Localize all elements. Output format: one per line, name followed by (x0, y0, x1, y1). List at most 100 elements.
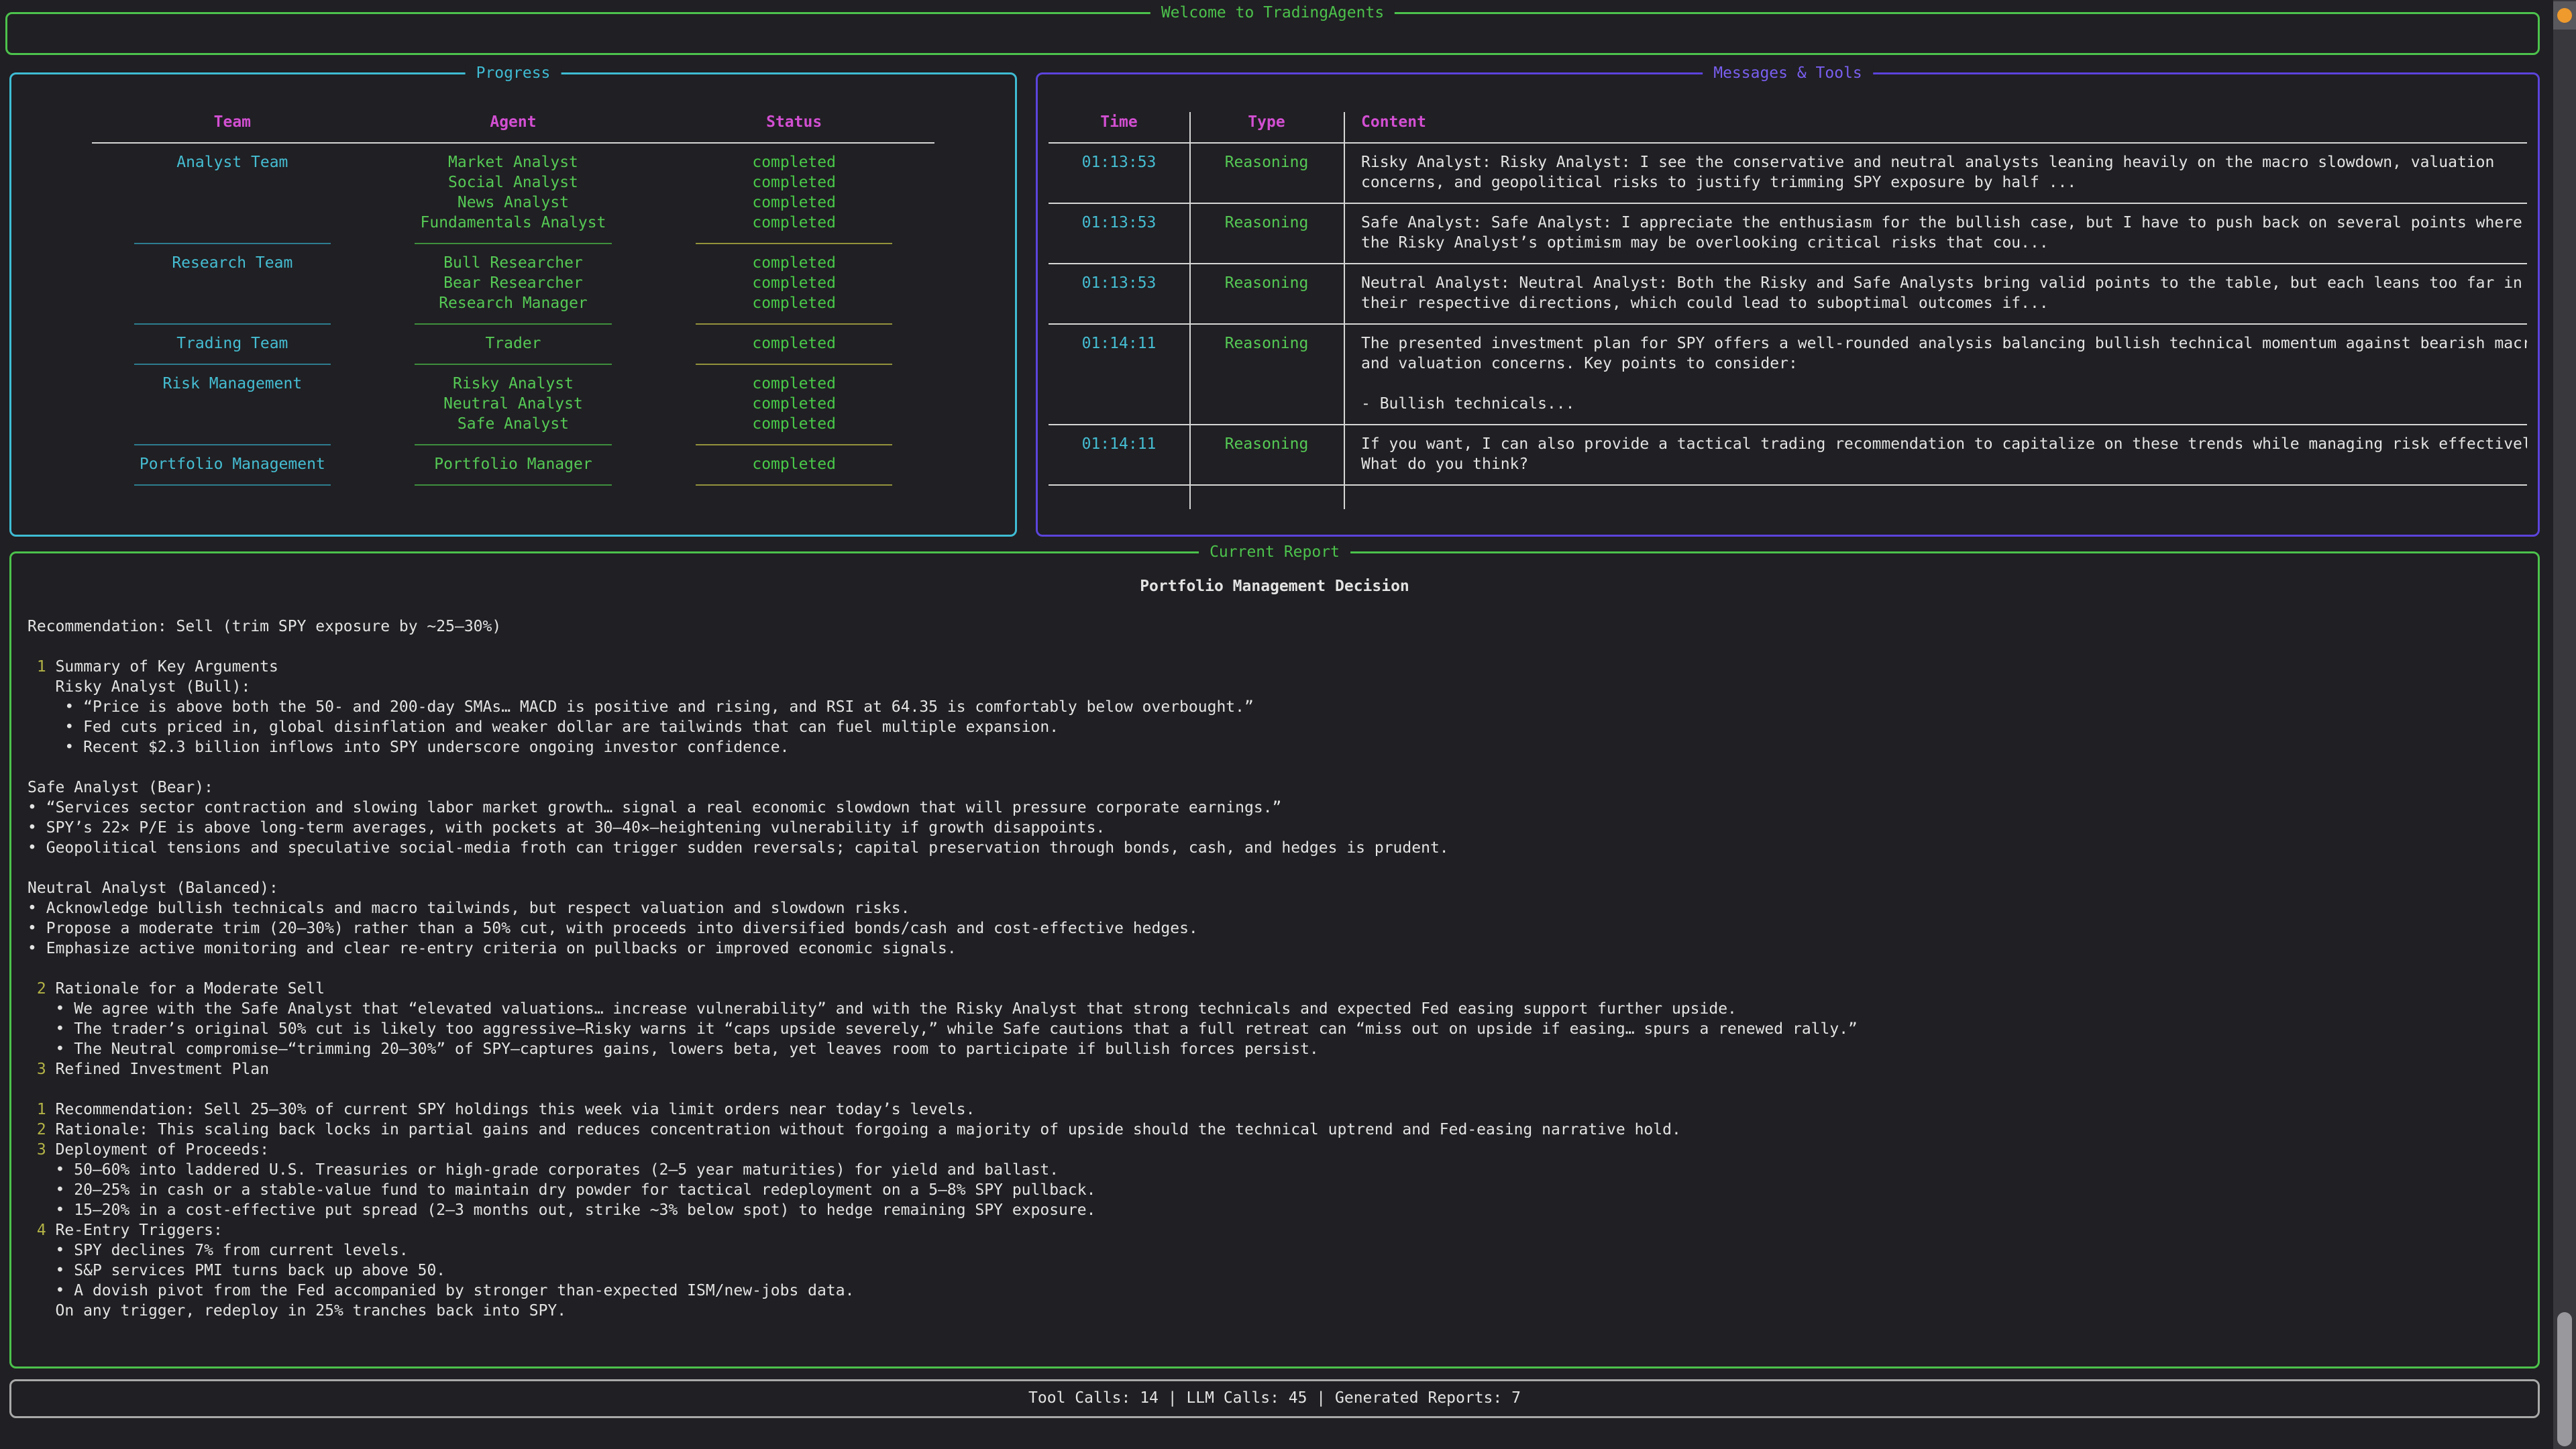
progress-row: Risk ManagementRisky Analystcompleted (92, 374, 934, 394)
report-line: • Emphasize active monitoring and clear … (28, 938, 2538, 959)
message-content-line: the Risky Analyst’s optimism may be over… (1361, 233, 2522, 253)
status-cell: completed (653, 253, 934, 273)
team-cell: Research Team (92, 253, 373, 273)
welcome-panel: Welcome to TradingAgents (5, 12, 2540, 55)
message-content-line (1361, 374, 2522, 394)
messages-col-type: Type (1189, 112, 1344, 132)
report-line: • Fed cuts priced in, global disinflatio… (28, 717, 2538, 737)
report-line: • A dovish pivot from the Fed accompanie… (28, 1281, 2538, 1301)
report-line: On any trigger, redeploy in 25% tranches… (28, 1301, 2538, 1321)
progress-row: Trading TeamTradercompleted (92, 333, 934, 354)
report-line: • Propose a moderate trim (20–30%) rathe… (28, 918, 2538, 938)
bullet-icon: • (56, 1262, 65, 1279)
message-content-line: their respective directions, which could… (1361, 293, 2522, 313)
agent-cell: Safe Analyst (373, 414, 654, 434)
team-cell (92, 414, 373, 434)
status-cell: completed (653, 374, 934, 394)
footer-stats: Tool Calls: 14 | LLM Calls: 45 | Generat… (11, 1381, 2538, 1415)
progress-section-divider (92, 434, 934, 454)
bullet-icon: • (28, 920, 37, 937)
report-line: 2 Rationale for a Moderate Sell (28, 979, 2538, 999)
message-time: 01:14:11 (1049, 434, 1189, 474)
agent-cell: Portfolio Manager (373, 454, 654, 474)
agent-cell: Trader (373, 333, 654, 354)
report-line: • The Neutral compromise—“trimming 20–30… (28, 1039, 2538, 1059)
list-number: 2 (37, 1121, 46, 1138)
status-cell: completed (653, 293, 934, 313)
progress-row: Research Managercompleted (92, 293, 934, 313)
agent-cell: Market Analyst (373, 152, 654, 172)
list-number: 3 (37, 1141, 46, 1159)
message-row: 01:14:11ReasoningThe presented investmen… (1049, 333, 2527, 414)
report-line: 3 Refined Investment Plan (28, 1059, 2538, 1079)
bullet-icon: • (28, 940, 37, 957)
bullet-icon: • (64, 739, 74, 756)
message-content-line: Safe Analyst: Safe Analyst: I appreciate… (1361, 213, 2522, 233)
team-cell (92, 213, 373, 233)
team-cell (92, 394, 373, 414)
report-line: 1 Recommendation: Sell 25–30% of current… (28, 1099, 2538, 1120)
status-cell: completed (653, 193, 934, 213)
report-panel-title: Current Report (1199, 542, 1350, 562)
message-row: 01:13:53ReasoningSafe Analyst: Safe Anal… (1049, 213, 2527, 253)
report-line: • “Services sector contraction and slowi… (28, 798, 2538, 818)
report-line (28, 637, 2538, 657)
status-cell: completed (653, 414, 934, 434)
progress-row: Analyst TeamMarket Analystcompleted (92, 152, 934, 172)
scrollbar-top-button[interactable] (2553, 1, 2576, 30)
progress-col-agent: Agent (373, 112, 654, 132)
orange-dot-icon (2557, 8, 2572, 23)
agent-cell: News Analyst (373, 193, 654, 213)
bullet-icon: • (56, 1161, 65, 1179)
team-cell (92, 293, 373, 313)
report-heading: Portfolio Management Decision (11, 576, 2538, 596)
progress-col-status: Status (653, 112, 934, 132)
progress-col-team: Team (92, 112, 373, 132)
team-cell: Portfolio Management (92, 454, 373, 474)
report-line: 4 Re-Entry Triggers: (28, 1220, 2538, 1240)
message-type: Reasoning (1189, 152, 1344, 193)
message-type: Reasoning (1189, 273, 1344, 313)
progress-section-divider (92, 233, 934, 253)
messages-panel-title: Messages & Tools (1703, 63, 1873, 83)
report-line: • “Price is above both the 50- and 200-d… (28, 697, 2538, 717)
progress-row: Bear Researchercompleted (92, 273, 934, 293)
footer-panel: Tool Calls: 14 | LLM Calls: 45 | Generat… (9, 1379, 2540, 1418)
scrollbar-track[interactable] (2553, 0, 2576, 1449)
bullet-icon: • (28, 799, 37, 816)
messages-header-rule (1049, 132, 2527, 152)
report-line: • Recent $2.3 billion inflows into SPY u… (28, 737, 2538, 757)
messages-table-body: 01:13:53ReasoningRisky Analyst: Risky An… (1049, 152, 2527, 494)
messages-header-row: Time Type Content (1049, 112, 2527, 132)
message-content-line: What do you think? (1361, 454, 2522, 474)
progress-header-row: Team Agent Status (92, 112, 934, 132)
list-number: 1 (37, 658, 46, 676)
messages-col-time: Time (1049, 112, 1189, 132)
progress-header-rule (92, 132, 934, 152)
message-content: Safe Analyst: Safe Analyst: I appreciate… (1344, 213, 2527, 253)
report-line: • 15–20% in a cost-effective put spread … (28, 1200, 2538, 1220)
list-number: 4 (37, 1222, 46, 1239)
messages-col-content: Content (1344, 112, 2527, 132)
report-line: Safe Analyst (Bear): (28, 777, 2538, 798)
bullet-icon: • (28, 839, 37, 857)
message-content-line: If you want, I can also provide a tactic… (1361, 434, 2522, 454)
team-cell: Trading Team (92, 333, 373, 354)
message-time: 01:14:11 (1049, 333, 1189, 414)
message-content: Risky Analyst: Risky Analyst: I see the … (1344, 152, 2527, 193)
scrollbar-thumb[interactable] (2557, 1312, 2572, 1446)
progress-table-body: Analyst TeamMarket AnalystcompletedSocia… (92, 152, 934, 494)
message-time: 01:13:53 (1049, 152, 1189, 193)
message-content: Neutral Analyst: Neutral Analyst: Both t… (1344, 273, 2527, 313)
team-cell: Risk Management (92, 374, 373, 394)
bullet-icon: • (56, 1181, 65, 1199)
message-row-divider (1049, 193, 2527, 213)
progress-row: News Analystcompleted (92, 193, 934, 213)
progress-row: Neutral Analystcompleted (92, 394, 934, 414)
message-type: Reasoning (1189, 333, 1344, 414)
agent-cell: Research Manager (373, 293, 654, 313)
status-cell: completed (653, 213, 934, 233)
list-number: 2 (37, 980, 46, 998)
progress-row: Fundamentals Analystcompleted (92, 213, 934, 233)
message-row-divider (1049, 253, 2527, 273)
